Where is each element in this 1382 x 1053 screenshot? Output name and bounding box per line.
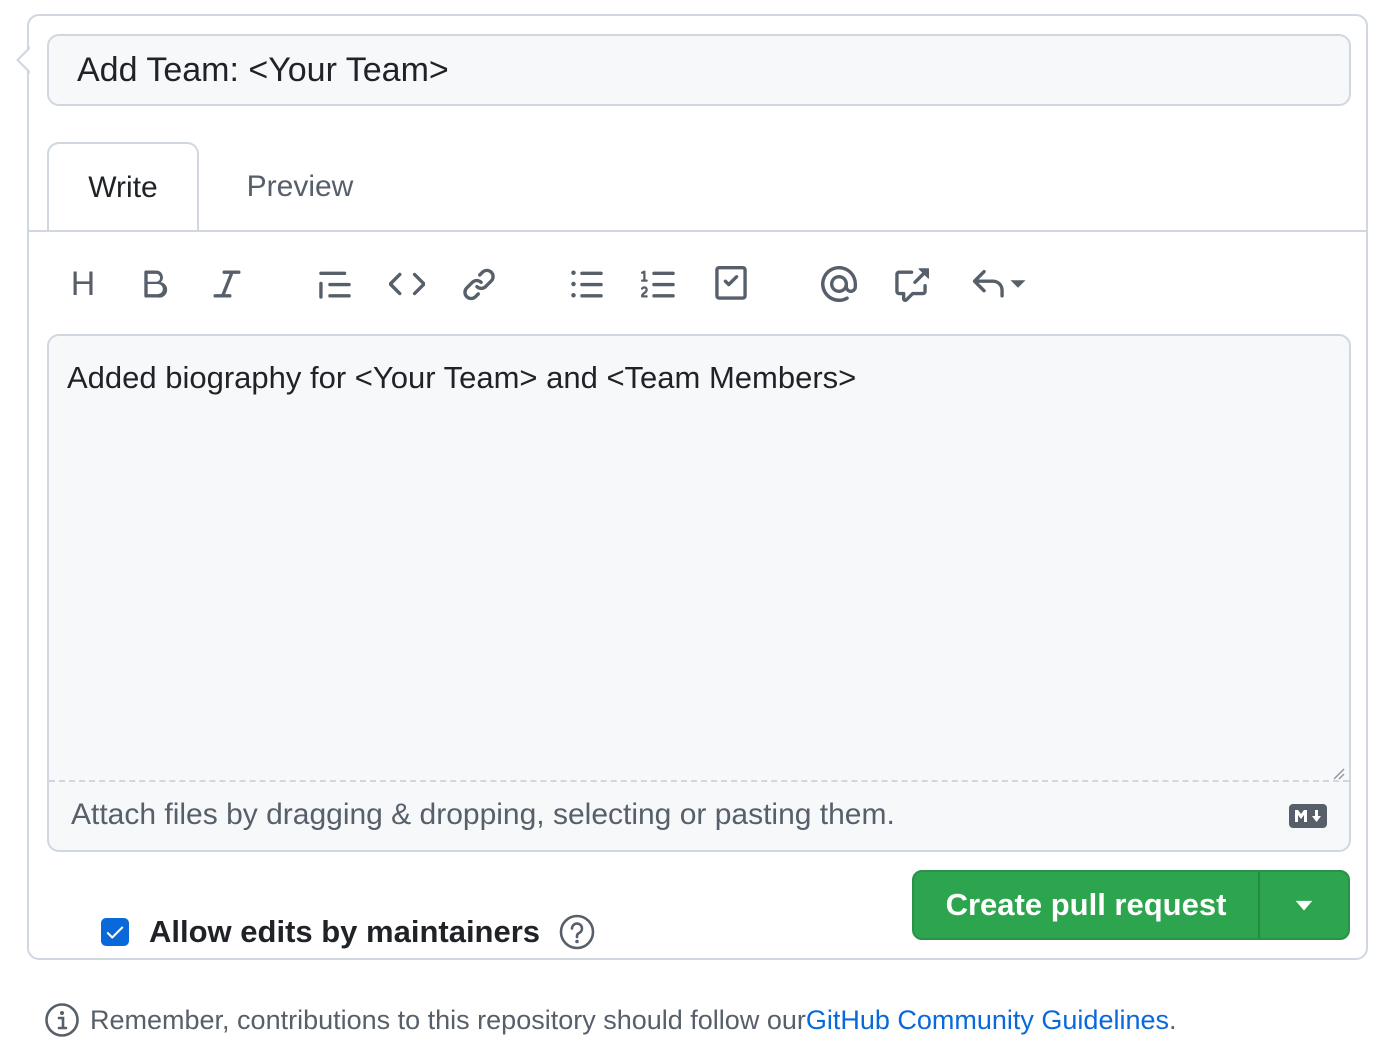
numbered-list-icon — [641, 270, 675, 298]
community-guidelines-link[interactable]: GitHub Community Guidelines — [806, 1005, 1169, 1036]
question-icon[interactable] — [558, 913, 596, 951]
triangle-down-icon — [1295, 900, 1313, 911]
chevron-down-icon — [1010, 280, 1026, 288]
comment-editor: Added biography for <Your Team> and <Tea… — [47, 334, 1351, 852]
allow-edits-label[interactable]: Allow edits by maintainers — [149, 914, 540, 950]
cross-reference-button[interactable] — [883, 254, 939, 314]
numbered-list-button[interactable] — [631, 254, 687, 314]
create-options-dropdown[interactable] — [1260, 872, 1348, 938]
allow-edits-checkbox[interactable] — [101, 918, 129, 946]
bulleted-list-button[interactable] — [559, 254, 615, 314]
bold-button[interactable] — [127, 254, 183, 314]
avatar-caret-fill — [19, 48, 31, 72]
mention-icon — [821, 266, 857, 302]
link-button[interactable] — [451, 254, 507, 314]
bulleted-list-icon — [571, 270, 603, 298]
task-list-icon — [715, 266, 747, 300]
checkmark-icon — [106, 926, 124, 939]
code-icon — [389, 272, 425, 296]
heading-button[interactable]: H — [55, 254, 111, 314]
note-text: Remember, contributions to this reposito… — [90, 1004, 806, 1035]
heading-icon: H — [70, 264, 96, 303]
tab-preview[interactable]: Preview — [225, 142, 375, 232]
tab-write[interactable]: Write — [47, 142, 199, 232]
markdown-icon[interactable] — [1289, 804, 1327, 828]
create-pull-request-button[interactable]: Create pull request — [914, 872, 1260, 938]
link-icon — [463, 268, 495, 301]
markdown-toolbar: H — [29, 254, 1366, 314]
saved-replies-button[interactable] — [959, 254, 1039, 314]
contribution-note: Remember, contributions to this reposito… — [44, 1000, 1177, 1040]
note-suffix: . — [1169, 1004, 1177, 1035]
bold-icon — [144, 270, 168, 298]
cross-reference-icon — [895, 268, 929, 302]
pr-body-textarea[interactable]: Added biography for <Your Team> and <Tea… — [49, 336, 1349, 782]
italic-icon — [213, 270, 241, 298]
pull-request-form: Write Preview H — [16, 14, 1368, 960]
code-button[interactable] — [379, 254, 435, 314]
quote-button[interactable] — [307, 254, 363, 314]
attach-files-hint[interactable]: Attach files by dragging & dropping, sel… — [71, 798, 895, 832]
reply-icon — [972, 269, 1004, 298]
pr-title-input[interactable] — [47, 34, 1351, 106]
mention-button[interactable] — [811, 254, 867, 314]
create-pull-request-split-button: Create pull request — [912, 870, 1350, 940]
resize-handle-icon[interactable] — [1331, 766, 1345, 780]
info-icon — [45, 1003, 79, 1037]
task-list-button[interactable] — [703, 254, 759, 314]
allow-edits-row: Allow edits by maintainers — [101, 912, 596, 952]
tabs-divider — [29, 230, 1366, 232]
italic-button[interactable] — [199, 254, 255, 314]
quote-icon — [319, 271, 351, 299]
